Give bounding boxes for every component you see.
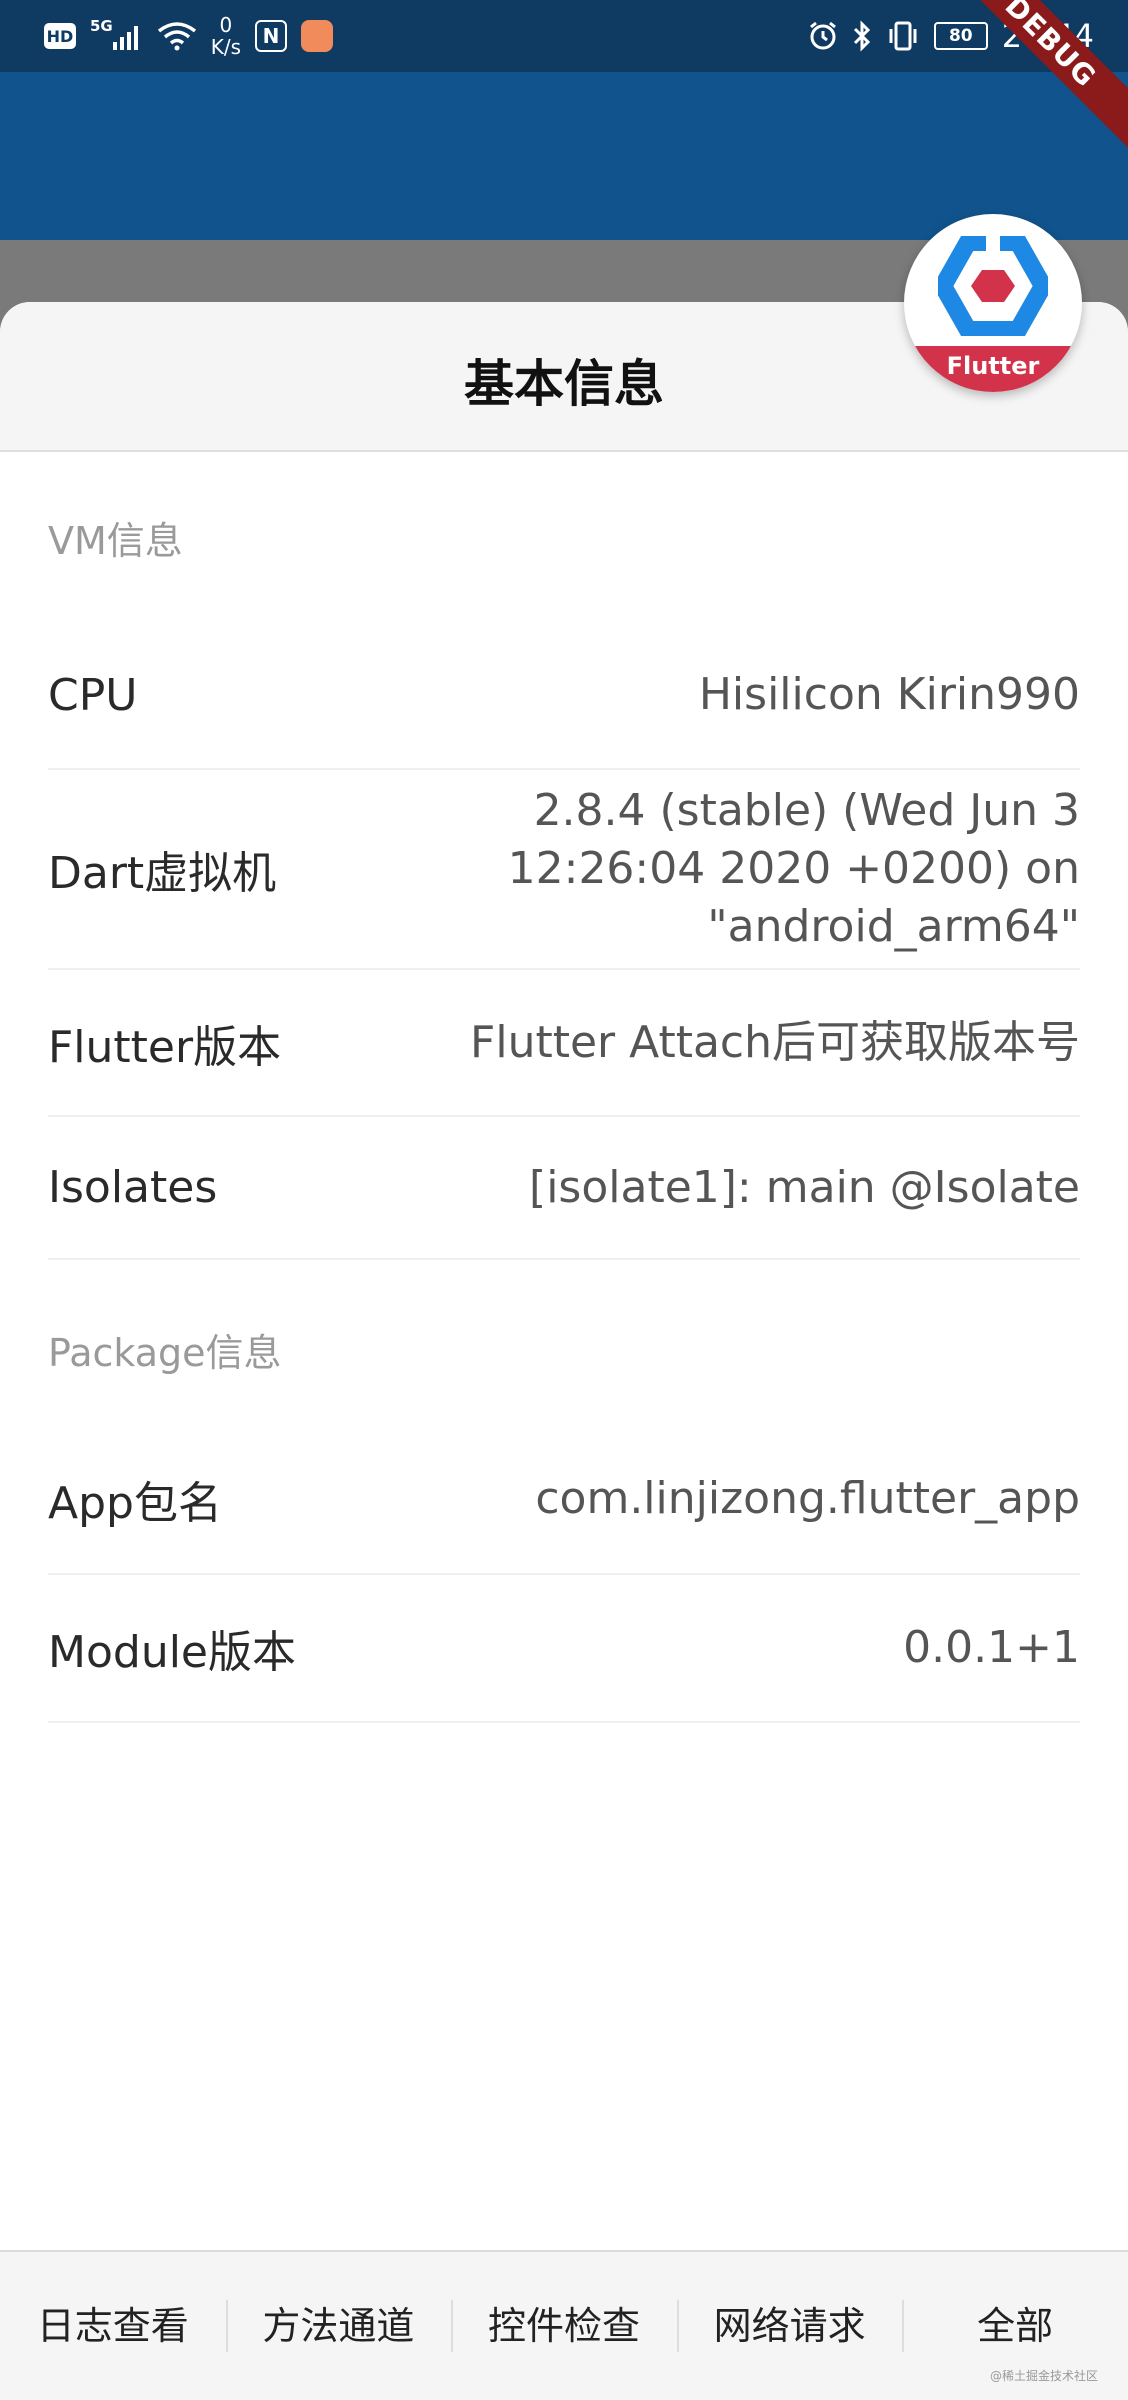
hexagon-logo-icon — [938, 236, 1048, 336]
network-speed-value: 0 — [219, 13, 233, 37]
section-title-package: Package信息 — [48, 1331, 282, 1375]
network-speed-unit: K/s — [210, 35, 242, 59]
info-row-isolates: Isolates [isolate1]: main @Isolate — [48, 1117, 1080, 1260]
tab-widget-inspector[interactable]: 控件检查 — [451, 2296, 677, 2356]
info-row-module-version: Module版本 0.0.1+1 — [48, 1575, 1080, 1723]
info-row-cpu: CPU Hisilicon Kirin990 — [48, 622, 1080, 770]
tab-network-requests[interactable]: 网络请求 — [676, 2296, 903, 2356]
tab-all[interactable]: 全部 — [902, 2296, 1128, 2356]
bottom-tab-bar: 日志查看 方法通道 控件检查 网络请求 全部 @稀土掘金技术社区 — [0, 2250, 1128, 2400]
row-value: 2.8.4 (stable) (Wed Jun 3 12:26:04 2020 … — [507, 785, 1080, 952]
info-row-flutter-version: Flutter版本 Flutter Attach后可获取版本号 — [48, 970, 1080, 1117]
row-label: Dart虚拟机 — [48, 848, 277, 899]
row-label: CPU — [48, 669, 138, 721]
info-sheet: 基本信息 VM信息 CPU Hisilicon Kirin990 Dart虚拟机… — [0, 302, 1128, 2400]
app-notification-icon — [301, 20, 334, 52]
info-row-dart-vm: Dart虚拟机 2.8.4 (stable) (Wed Jun 3 12:26:… — [48, 770, 1080, 970]
sheet-content: VM信息 CPU Hisilicon Kirin990 Dart虚拟机 2.8.… — [48, 452, 1080, 1723]
cellular-signal-icon: 5G — [90, 17, 143, 50]
row-label: Flutter版本 — [48, 1021, 282, 1073]
app-bar — [0, 72, 1128, 240]
row-value: Flutter Attach后可获取版本号 — [470, 1016, 1080, 1068]
flutter-badge-button[interactable]: Flutter — [904, 214, 1082, 392]
network-type-label: 5G — [90, 17, 113, 35]
info-row-app-package: App包名 com.linjizong.flutter_app — [48, 1425, 1080, 1575]
network-speed: 0 K/s — [211, 14, 241, 58]
flutter-badge-label: Flutter — [904, 346, 1082, 392]
tab-log-viewer[interactable]: 日志查看 — [0, 2296, 226, 2356]
wifi-icon — [157, 21, 197, 51]
row-label: App包名 — [48, 1478, 222, 1529]
row-label: Module版本 — [48, 1627, 296, 1678]
row-value: Hisilicon Kirin990 — [698, 669, 1080, 720]
battery-icon: 80 — [933, 22, 988, 50]
row-value: com.linjizong.flutter_app — [535, 1473, 1080, 1524]
nfc-icon: N — [255, 20, 288, 52]
section-title-vm: VM信息 — [48, 519, 183, 563]
watermark: @稀土掘金技术社区 — [989, 2369, 1098, 2383]
bluetooth-icon — [852, 20, 872, 52]
tab-method-channel[interactable]: 方法通道 — [225, 2296, 452, 2356]
alarm-icon — [808, 21, 838, 51]
status-bar: HD 5G 0 K/s N 80 — [0, 0, 1128, 72]
row-label: Isolates — [48, 1162, 218, 1213]
vibrate-icon — [886, 20, 920, 52]
row-value: [isolate1]: main @Isolate — [529, 1161, 1080, 1213]
row-value: 0.0.1+1 — [903, 1622, 1080, 1673]
hd-icon: HD — [44, 23, 76, 49]
